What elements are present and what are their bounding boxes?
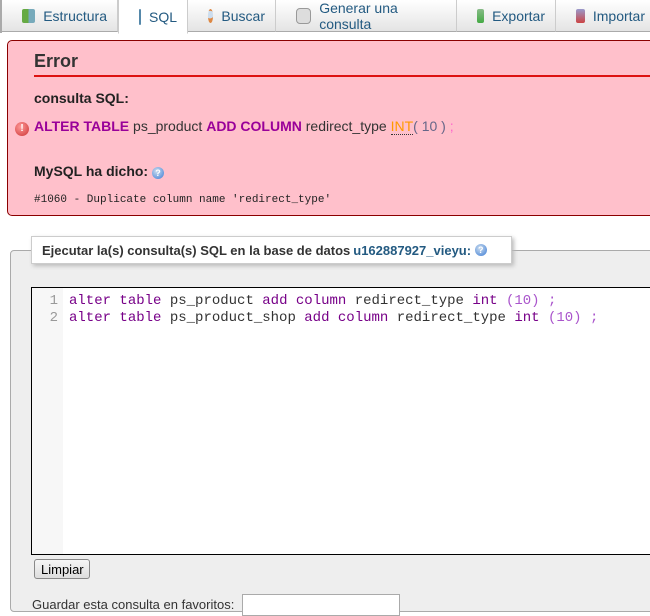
- error-icon: !: [15, 122, 29, 136]
- export-icon: [477, 8, 485, 23]
- tab-exportar[interactable]: Exportar: [457, 0, 556, 32]
- help-icon[interactable]: ?: [151, 167, 164, 179]
- error-box: Error consulta SQL: ! ALTER TABLE ps_pro…: [7, 40, 650, 216]
- bookmark-label: Guardar esta consulta en favoritos:: [32, 597, 235, 612]
- structure-icon: [22, 8, 36, 23]
- mysql-said-label: MySQL ha dicho: ?: [34, 163, 164, 179]
- tab-importar[interactable]: Importar: [556, 0, 650, 32]
- help-icon[interactable]: ?: [474, 244, 487, 256]
- code-line: 1 alter table ps_product add column redir…: [49, 293, 557, 309]
- query-icon: [296, 7, 312, 24]
- int-doc-link[interactable]: INT: [390, 118, 414, 135]
- tab-estructura[interactable]: Estructura: [2, 0, 118, 32]
- sql-legend: Ejecutar la(s) consulta(s) SQL en la bas…: [31, 236, 512, 264]
- search-icon: [208, 8, 214, 23]
- query-label: consulta SQL:: [34, 90, 129, 106]
- clear-button[interactable]: Limpiar: [34, 559, 90, 579]
- tab-bar: Estructura SQL Buscar Generar una consul…: [0, 0, 650, 34]
- error-query: ALTER TABLE ps_product ADD COLUMN redire…: [34, 118, 454, 135]
- tab-generar-consulta[interactable]: Generar una consulta: [276, 0, 457, 32]
- error-title: Error: [34, 51, 650, 77]
- line-number-gutter: [32, 288, 63, 554]
- sql-icon: [139, 8, 141, 25]
- import-icon: [576, 8, 585, 23]
- sql-editor[interactable]: 1 alter table ps_product add column redir…: [31, 287, 650, 555]
- error-message: #1060 - Duplicate column name 'redirect_…: [34, 194, 332, 206]
- tab-buscar[interactable]: Buscar: [188, 0, 276, 32]
- code-line: 2 alter table ps_product_shop add column …: [49, 310, 599, 326]
- bookmark-input[interactable]: [242, 594, 400, 616]
- tab-sql[interactable]: SQL: [118, 0, 188, 34]
